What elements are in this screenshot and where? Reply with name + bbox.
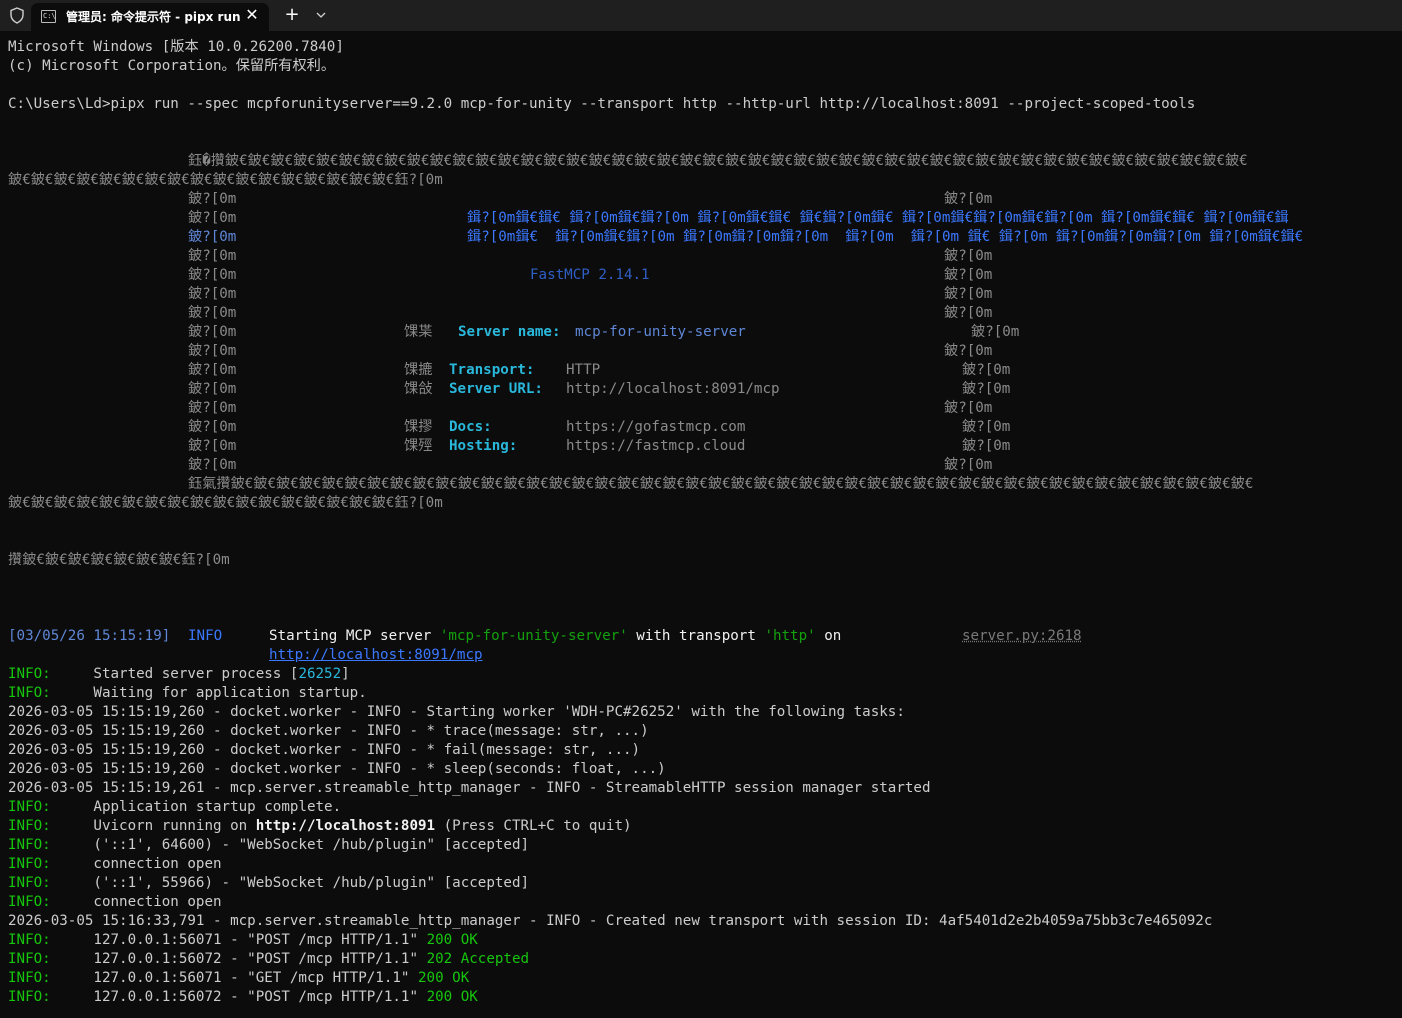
- banner-side-right: 鈹?[0m: [944, 191, 993, 207]
- log-line: 2026-03-05 15:15:19,260 - docket.worker …: [8, 704, 905, 720]
- log-line: INFO: Started server process [26252]: [8, 666, 350, 682]
- small-box-border: 攢鈹€鈹€鈹€鈹€鈹€鈹€鈹€鈺?[0m: [8, 552, 230, 568]
- log-line: INFO: 127.0.0.1:56071 - "POST /mcp HTTP/…: [8, 932, 478, 948]
- banner-side-right: 鈹?[0m: [962, 362, 1011, 378]
- chevron-down-icon[interactable]: [312, 3, 330, 27]
- hosting-value: https://fastmcp.cloud: [566, 438, 746, 454]
- docs-label: Docs:: [449, 419, 492, 435]
- log-line: INFO: ('::1', 64600) - "WebSocket /hub/p…: [8, 837, 530, 853]
- log-line: 2026-03-05 15:15:19,261 - mcp.server.str…: [8, 780, 931, 796]
- log-source[interactable]: server.py:2618: [962, 627, 1082, 646]
- log-timestamp: [03/05/26 15:15:19]: [8, 628, 171, 644]
- windows-version: Microsoft Windows [版本 10.0.26200.7840]: [8, 39, 344, 55]
- server-url-link[interactable]: http://localhost:8091/mcp: [269, 646, 483, 665]
- docs-icon: 馃摎: [404, 419, 433, 435]
- banner-side-right: 鈹?[0m: [962, 419, 1011, 435]
- transport-label: Transport:: [449, 362, 535, 378]
- banner-side-left: 鈹?[0m: [188, 324, 237, 340]
- tab-title: 管理员: 命令提示符 - pipx run: [66, 10, 241, 24]
- banner-side-left: 鈹?[0m: [188, 343, 237, 359]
- banner-side-left: 鈹?[0m: [188, 248, 237, 264]
- banner-side-left: 鈹?[0m: [188, 229, 237, 245]
- transport-value: HTTP: [566, 362, 601, 378]
- banner-side-left: 鈹?[0m: [188, 362, 237, 378]
- log-line: INFO: ('::1', 55966) - "WebSocket /hub/p…: [8, 875, 530, 891]
- command-line: C:\Users\Ld>pipx run --spec mcpforunitys…: [8, 96, 1196, 112]
- log-line: INFO: connection open: [8, 856, 222, 872]
- banner-side-left: 鈹?[0m: [188, 438, 237, 454]
- banner-side-left: 鈹?[0m: [188, 419, 237, 435]
- log-line: INFO: 127.0.0.1:56071 - "GET /mcp HTTP/1…: [8, 970, 470, 986]
- banner-side-right: 鈹?[0m: [944, 286, 993, 302]
- server-url-value: http://localhost:8091/mcp: [566, 381, 780, 397]
- banner-side-right: 鈹?[0m: [944, 400, 993, 416]
- tab-command-prompt[interactable]: C:\ 管理员: 命令提示符 - pipx run ✕: [31, 3, 269, 31]
- banner-side-right: 鈹?[0m: [944, 305, 993, 321]
- banner-bottom-border: 鈹€鈹€鈹€鈹€鈹€鈹€鈹€鈹€鈹€鈹€鈹€鈹€鈹€鈹€鈹€鈹€鈹€鈺?[0m: [8, 495, 443, 511]
- title-bar: C:\ 管理员: 命令提示符 - pipx run ✕ +: [0, 0, 1402, 31]
- fastmcp-version: FastMCP 2.14.1: [530, 267, 650, 283]
- fastmcp-logo-line: 鍓?[0m鍓€鍓€ 鍓?[0m鍓€鍓?[0m 鍓?[0m鍓€鍓€ 鍓€鍓?[0m…: [467, 210, 1289, 226]
- log-line: INFO: 127.0.0.1:56072 - "POST /mcp HTTP/…: [8, 951, 530, 967]
- close-icon[interactable]: ✕: [243, 4, 261, 26]
- cmd-icon: C:\: [41, 10, 56, 23]
- banner-side-right: 鈹?[0m: [944, 457, 993, 473]
- banner-top-border: 鈺�攢鈹€鈹€鈹€鈹€鈹€鈹€鈹€鈹€鈹€鈹€鈹€鈹€鈹€鈹€鈹€鈹€鈹€鈹€鈹…: [188, 153, 1248, 169]
- banner-side-right: 鈹?[0m: [944, 343, 993, 359]
- banner-side-right: 鈹?[0m: [944, 267, 993, 283]
- banner-top-border: 鈹€鈹€鈹€鈹€鈹€鈹€鈹€鈹€鈹€鈹€鈹€鈹€鈹€鈹€鈹€鈹€鈹€鈺?[0m: [8, 172, 443, 188]
- shield-icon: [10, 7, 24, 24]
- banner-side-left: 鈹?[0m: [188, 457, 237, 473]
- log-line: 2026-03-05 15:16:33,791 - mcp.server.str…: [8, 913, 1213, 929]
- log-line: 2026-03-05 15:15:19,260 - docket.worker …: [8, 761, 666, 777]
- log-line: INFO: 127.0.0.1:56072 - "POST /mcp HTTP/…: [8, 989, 478, 1005]
- log-line: INFO: connection open: [8, 894, 222, 910]
- banner-side-right: 鈹?[0m: [962, 438, 1011, 454]
- banner-side-right: 鈹?[0m: [944, 248, 993, 264]
- log-line: INFO: Waiting for application startup.: [8, 685, 367, 701]
- banner-side-left: 鈹?[0m: [188, 305, 237, 321]
- banner-bottom-border: 鈺氣攢鈹€鈹€鈹€鈹€鈹€鈹€鈹€鈹€鈹€鈹€鈹€鈹€鈹€鈹€鈹€鈹€鈹€鈹€鈹…: [188, 476, 1254, 492]
- server-url-label: Server URL:: [449, 381, 543, 397]
- log-level: INFO: [188, 628, 223, 644]
- banner-side-left: 鈹?[0m: [188, 191, 237, 207]
- banner-side-right: 鈹?[0m: [962, 381, 1011, 397]
- banner-side-left: 鈹?[0m: [188, 400, 237, 416]
- server-name-value: mcp-for-unity-server: [575, 324, 746, 340]
- log-line: 2026-03-05 15:15:19,260 - docket.worker …: [8, 742, 641, 758]
- banner-side-left: 鈹?[0m: [188, 286, 237, 302]
- terminal-output[interactable]: Microsoft Windows [版本 10.0.26200.7840] (…: [0, 31, 1402, 1018]
- banner-side-left: 鈹?[0m: [188, 381, 237, 397]
- log-line: INFO: Uvicorn running on http://localhos…: [8, 818, 632, 834]
- log-message: Starting MCP server 'mcp-for-unity-serve…: [269, 628, 842, 644]
- rocket-icon: 馃殌: [404, 438, 433, 454]
- log-line: INFO: Application startup complete.: [8, 799, 342, 815]
- docs-value: https://gofastmcp.com: [566, 419, 746, 435]
- hosting-label: Hosting:: [449, 438, 518, 454]
- new-tab-button[interactable]: +: [282, 3, 302, 27]
- server-name-icon: 馃枼: [404, 324, 433, 340]
- fastmcp-logo-line: 鍓?[0m鍓€ 鍓?[0m鍓€鍓?[0m 鍓?[0m鍓?[0m鍓?[0m 鍓?[…: [467, 229, 1304, 245]
- banner-side-left: 鈹?[0m: [188, 210, 237, 226]
- copyright: (c) Microsoft Corporation。保留所有权利。: [8, 58, 336, 74]
- banner-side-left: 鈹?[0m: [188, 267, 237, 283]
- transport-icon: 馃摝: [404, 362, 433, 378]
- server-name-label: Server name:: [458, 324, 561, 340]
- banner-side-right: 鈹?[0m: [971, 324, 1020, 340]
- log-line: 2026-03-05 15:15:19,260 - docket.worker …: [8, 723, 649, 739]
- link-icon: 馃敆: [404, 381, 433, 397]
